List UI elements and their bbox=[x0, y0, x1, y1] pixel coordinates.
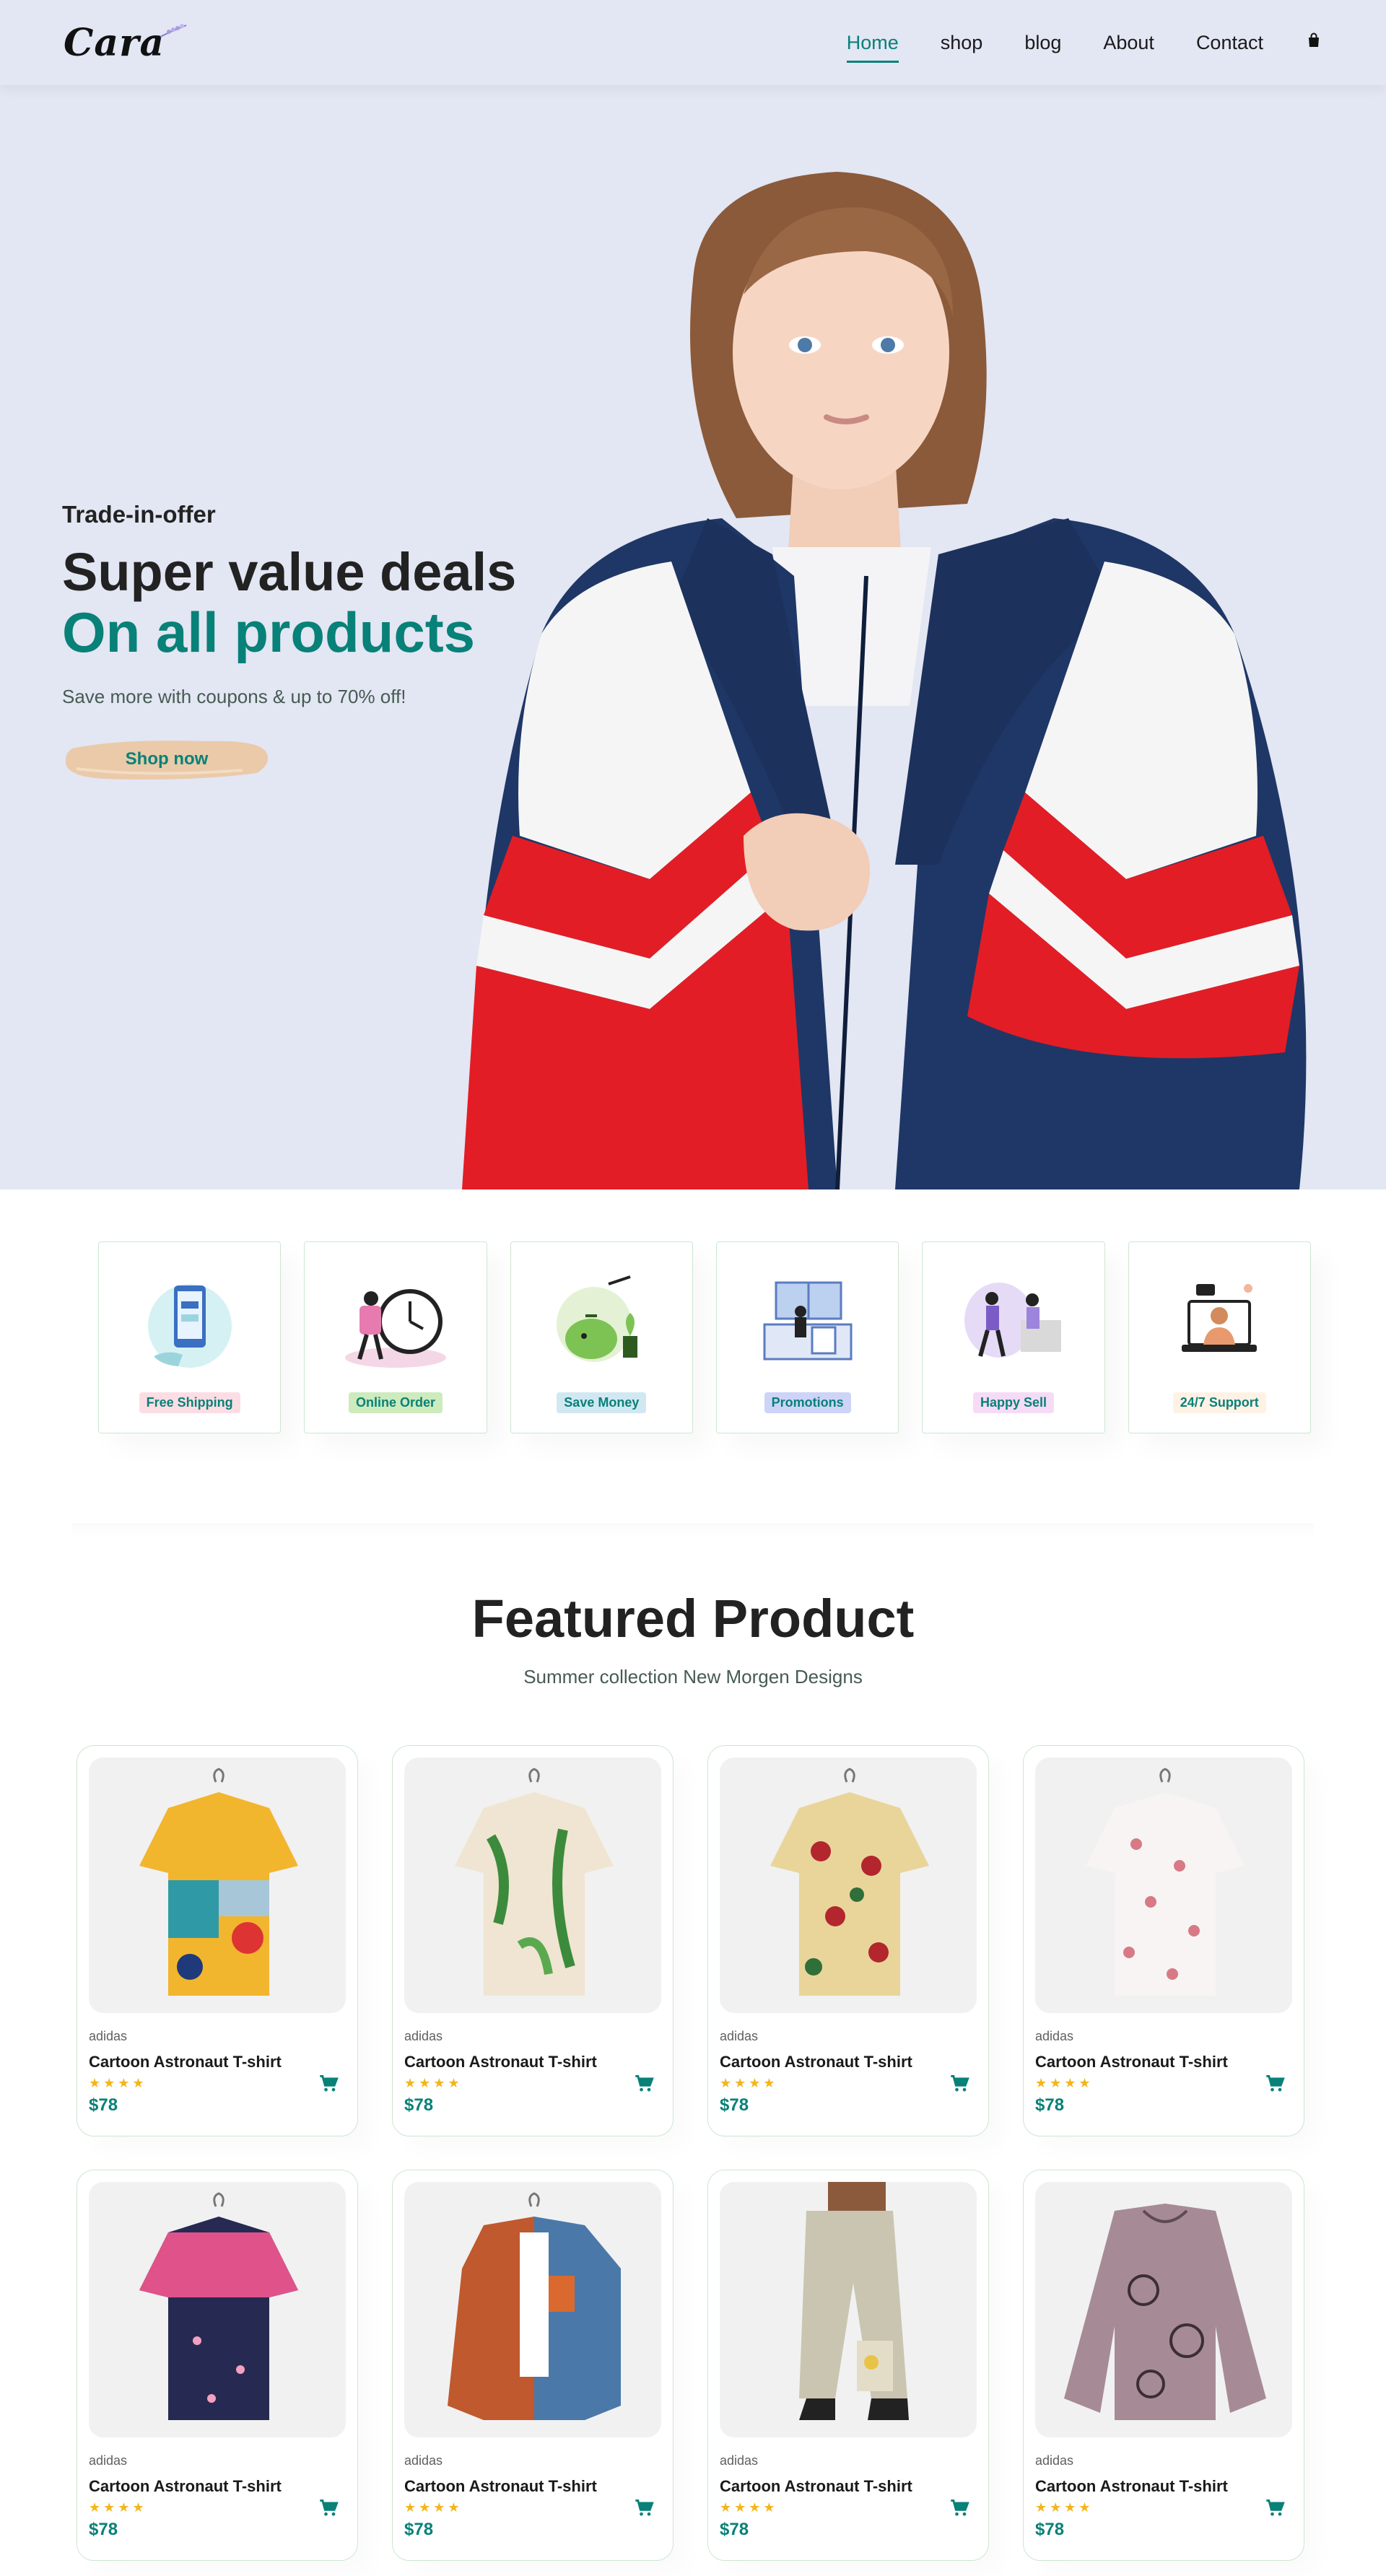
support-illustration-icon bbox=[1182, 1284, 1258, 1352]
feature-label: Happy Sell bbox=[972, 1392, 1054, 1413]
product-card[interactable]: adidas Cartoon Astronaut T-shirt ★★★★ $7… bbox=[1023, 1745, 1304, 2136]
product-name: Cartoon Astronaut T-shirt bbox=[720, 2053, 912, 2071]
product-image bbox=[720, 1758, 977, 2013]
product-name: Cartoon Astronaut T-shirt bbox=[1035, 2477, 1228, 2495]
product-brand: adidas bbox=[89, 2029, 128, 2043]
shopping-bag-icon[interactable] bbox=[1305, 27, 1322, 58]
product-image bbox=[404, 1758, 661, 2013]
add-to-cart-icon[interactable] bbox=[318, 2074, 339, 2094]
product-price: $78 bbox=[720, 2520, 749, 2539]
promotions-illustration-icon bbox=[763, 1281, 853, 1361]
product-price: $78 bbox=[404, 2520, 434, 2539]
product-brand: adidas bbox=[404, 2029, 443, 2043]
add-to-cart-icon[interactable] bbox=[1265, 2498, 1285, 2518]
shop-now-button[interactable]: Shop now bbox=[62, 734, 271, 785]
add-to-cart-icon[interactable] bbox=[1265, 2074, 1285, 2094]
rating-stars-icon: ★★★★ bbox=[89, 2076, 147, 2090]
happy-sell-illustration-icon bbox=[964, 1283, 1061, 1358]
feature-label: Save Money bbox=[557, 1392, 647, 1413]
product-image bbox=[89, 1758, 346, 2013]
rating-stars-icon: ★★★★ bbox=[720, 2500, 778, 2515]
hero-title: Super value deals bbox=[62, 542, 517, 602]
add-to-cart-icon[interactable] bbox=[949, 2498, 969, 2518]
product-price: $78 bbox=[89, 2520, 118, 2539]
product-card[interactable]: adidas Cartoon Astronaut T-shirt ★★★★ $7… bbox=[1023, 2170, 1304, 2561]
add-to-cart-icon[interactable] bbox=[318, 2498, 339, 2518]
lavender-sprig-icon bbox=[160, 23, 187, 38]
hero-text: Trade-in-offer Super value deals On all … bbox=[62, 501, 516, 785]
product-grid: adidas Cartoon Astronaut T-shirt ★★★★ $7… bbox=[77, 1745, 1307, 2561]
feature-support[interactable]: 24/7 Support bbox=[1128, 1241, 1311, 1433]
nav-blog[interactable]: blog bbox=[1024, 27, 1061, 58]
product-price: $78 bbox=[1035, 2095, 1065, 2115]
product-brand: adidas bbox=[1035, 2029, 1074, 2043]
product-price: $78 bbox=[89, 2095, 118, 2115]
nav-contact[interactable]: Contact bbox=[1196, 27, 1263, 58]
feature-label: Free Shipping bbox=[139, 1392, 240, 1413]
product-price: $78 bbox=[404, 2095, 434, 2115]
product-name: Cartoon Astronaut T-shirt bbox=[720, 2477, 912, 2495]
product-image bbox=[1035, 2182, 1292, 2437]
site-header: Cara Home shop blog About Contact bbox=[0, 0, 1386, 85]
add-to-cart-icon[interactable] bbox=[949, 2074, 969, 2094]
product-name: Cartoon Astronaut T-shirt bbox=[404, 2053, 597, 2071]
product-name: Cartoon Astronaut T-shirt bbox=[89, 2477, 282, 2495]
free-shipping-illustration-icon bbox=[147, 1284, 232, 1368]
product-name: Cartoon Astronaut T-shirt bbox=[404, 2477, 597, 2495]
product-name: Cartoon Astronaut T-shirt bbox=[89, 2053, 282, 2071]
product-image bbox=[404, 2182, 661, 2437]
feature-online-order[interactable]: Online Order bbox=[304, 1241, 487, 1433]
product-card[interactable]: adidas Cartoon Astronaut T-shirt ★★★★ $7… bbox=[707, 1745, 989, 2136]
add-to-cart-icon[interactable] bbox=[634, 2498, 654, 2518]
logo-text: Cara bbox=[64, 20, 165, 65]
product-brand: adidas bbox=[404, 2453, 443, 2468]
product-card[interactable]: adidas Cartoon Astronaut T-shirt ★★★★ $7… bbox=[392, 1745, 674, 2136]
rating-stars-icon: ★★★★ bbox=[720, 2076, 778, 2090]
feature-boxes: Free Shipping Online Order Save Money Pr… bbox=[98, 1241, 1311, 1436]
rating-stars-icon: ★★★★ bbox=[1035, 2076, 1094, 2090]
rating-stars-icon: ★★★★ bbox=[404, 2076, 463, 2090]
logo[interactable]: Cara bbox=[64, 20, 187, 65]
product-card[interactable]: adidas Cartoon Astronaut T-shirt ★★★★ $7… bbox=[77, 2170, 358, 2561]
hero-subtitle: Save more with coupons & up to 70% off! bbox=[62, 685, 406, 707]
online-order-illustration-icon bbox=[344, 1289, 446, 1368]
rating-stars-icon: ★★★★ bbox=[89, 2500, 147, 2515]
featured-subtitle: Summer collection New Morgen Designs bbox=[523, 1666, 863, 1688]
product-brand: adidas bbox=[1035, 2453, 1074, 2468]
product-image bbox=[89, 2182, 346, 2437]
save-money-illustration-icon bbox=[557, 1275, 638, 1362]
product-brand: adidas bbox=[720, 2029, 759, 2043]
feature-label: Promotions bbox=[764, 1392, 851, 1413]
product-image bbox=[720, 2182, 977, 2437]
feature-label: Online Order bbox=[348, 1392, 443, 1413]
feature-label: 24/7 Support bbox=[1172, 1392, 1266, 1413]
add-to-cart-icon[interactable] bbox=[634, 2074, 654, 2094]
product-brand: adidas bbox=[720, 2453, 759, 2468]
product-card[interactable]: adidas Cartoon Astronaut T-shirt ★★★★ $7… bbox=[77, 1745, 358, 2136]
product-name: Cartoon Astronaut T-shirt bbox=[1035, 2053, 1228, 2071]
section-divider bbox=[72, 1523, 1314, 1537]
product-price: $78 bbox=[720, 2095, 749, 2115]
product-card[interactable]: adidas Cartoon Astronaut T-shirt ★★★★ $7… bbox=[392, 2170, 674, 2561]
product-card[interactable]: adidas Cartoon Astronaut T-shirt ★★★★ $7… bbox=[707, 2170, 989, 2561]
product-brand: adidas bbox=[89, 2453, 128, 2468]
nav-home[interactable]: Home bbox=[846, 27, 899, 63]
product-price: $78 bbox=[1035, 2520, 1065, 2539]
hero-model-image bbox=[462, 172, 1307, 1189]
feature-save-money[interactable]: Save Money bbox=[510, 1241, 693, 1433]
feature-free-shipping[interactable]: Free Shipping bbox=[98, 1241, 282, 1433]
hero-title-accent: On all products bbox=[62, 600, 476, 664]
feature-promotions[interactable]: Promotions bbox=[715, 1241, 899, 1433]
main-nav: Home shop blog About Contact bbox=[846, 27, 1322, 63]
rating-stars-icon: ★★★★ bbox=[404, 2500, 463, 2515]
nav-shop[interactable]: shop bbox=[941, 27, 983, 58]
feature-happy-sell[interactable]: Happy Sell bbox=[922, 1241, 1105, 1433]
hero-offer: Trade-in-offer bbox=[62, 501, 216, 528]
rating-stars-icon: ★★★★ bbox=[1035, 2500, 1094, 2515]
product-image bbox=[1035, 1758, 1292, 2013]
hero-section: Trade-in-offer Super value deals On all … bbox=[0, 85, 1386, 1189]
nav-about[interactable]: About bbox=[1103, 27, 1154, 58]
featured-title: Featured Product bbox=[471, 1589, 915, 1649]
